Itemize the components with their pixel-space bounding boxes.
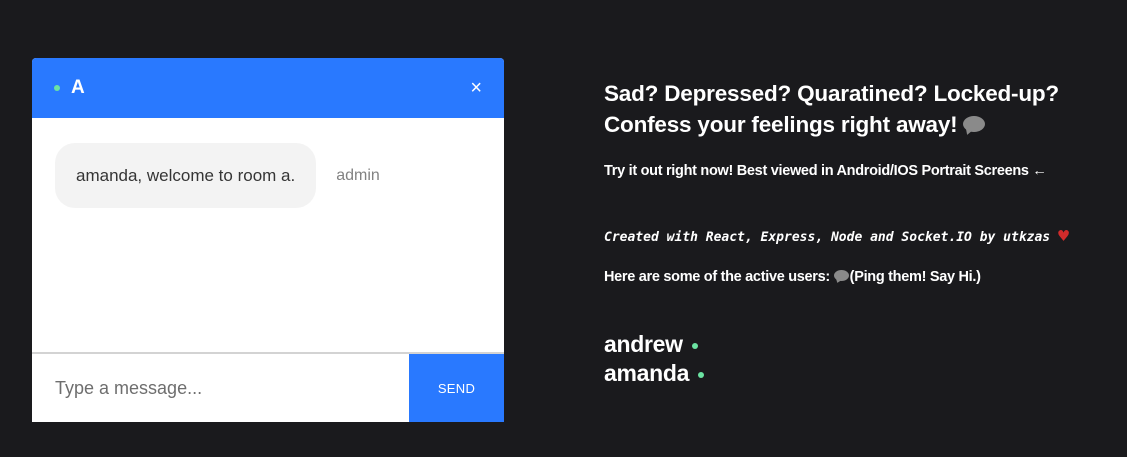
headline-line-1: Sad? Depressed? Quaratined? Locked-up? bbox=[604, 81, 1059, 106]
close-icon[interactable]: × bbox=[470, 78, 482, 98]
active-users-label: Here are some of the active users: (Ping… bbox=[604, 269, 981, 285]
send-button[interactable]: SEND bbox=[409, 354, 504, 422]
tagline: Try it out right now! Best viewed in And… bbox=[604, 163, 1047, 179]
chat-window: A × amanda, welcome to room a. admin SEN… bbox=[32, 58, 504, 422]
message-sender: admin bbox=[336, 166, 380, 184]
online-dot-icon bbox=[698, 372, 705, 378]
room-name: A bbox=[71, 77, 85, 98]
online-dot-icon bbox=[54, 85, 60, 91]
active-users-suffix: (Ping them! Say Hi.) bbox=[849, 269, 981, 285]
message-row: amanda, welcome to room a. admin bbox=[55, 143, 380, 208]
online-dot-icon bbox=[691, 343, 698, 349]
active-user-list: andrew amanda bbox=[604, 330, 705, 388]
heart-icon: ♥ bbox=[1058, 226, 1069, 247]
info-panel: Sad? Depressed? Quaratined? Locked-up? C… bbox=[604, 78, 1114, 386]
active-users-prefix: Here are some of the active users: bbox=[604, 269, 830, 285]
speech-bubble-icon bbox=[963, 116, 986, 133]
active-user-name: amanda bbox=[604, 360, 690, 386]
message-list[interactable]: amanda, welcome to room a. admin bbox=[32, 118, 504, 352]
message-input[interactable] bbox=[32, 354, 409, 422]
active-user-item[interactable]: andrew bbox=[604, 330, 704, 359]
chat-header: A × bbox=[32, 58, 504, 118]
message-text: amanda, welcome to room a. bbox=[76, 165, 296, 185]
headline-line-2: Confess your feelings right away! bbox=[604, 112, 958, 137]
page-headline: Sad? Depressed? Quaratined? Locked-up? C… bbox=[604, 78, 1114, 140]
message-composer: SEND bbox=[32, 352, 504, 422]
speech-bubble-icon bbox=[833, 270, 849, 282]
active-user-item[interactable]: amanda bbox=[604, 359, 705, 388]
credits-line: Created with React, Express, Node and So… bbox=[604, 226, 1069, 247]
message-bubble: amanda, welcome to room a. bbox=[55, 143, 317, 208]
active-user-name: andrew bbox=[604, 331, 683, 357]
credits-text: Created with React, Express, Node and So… bbox=[604, 230, 1051, 245]
